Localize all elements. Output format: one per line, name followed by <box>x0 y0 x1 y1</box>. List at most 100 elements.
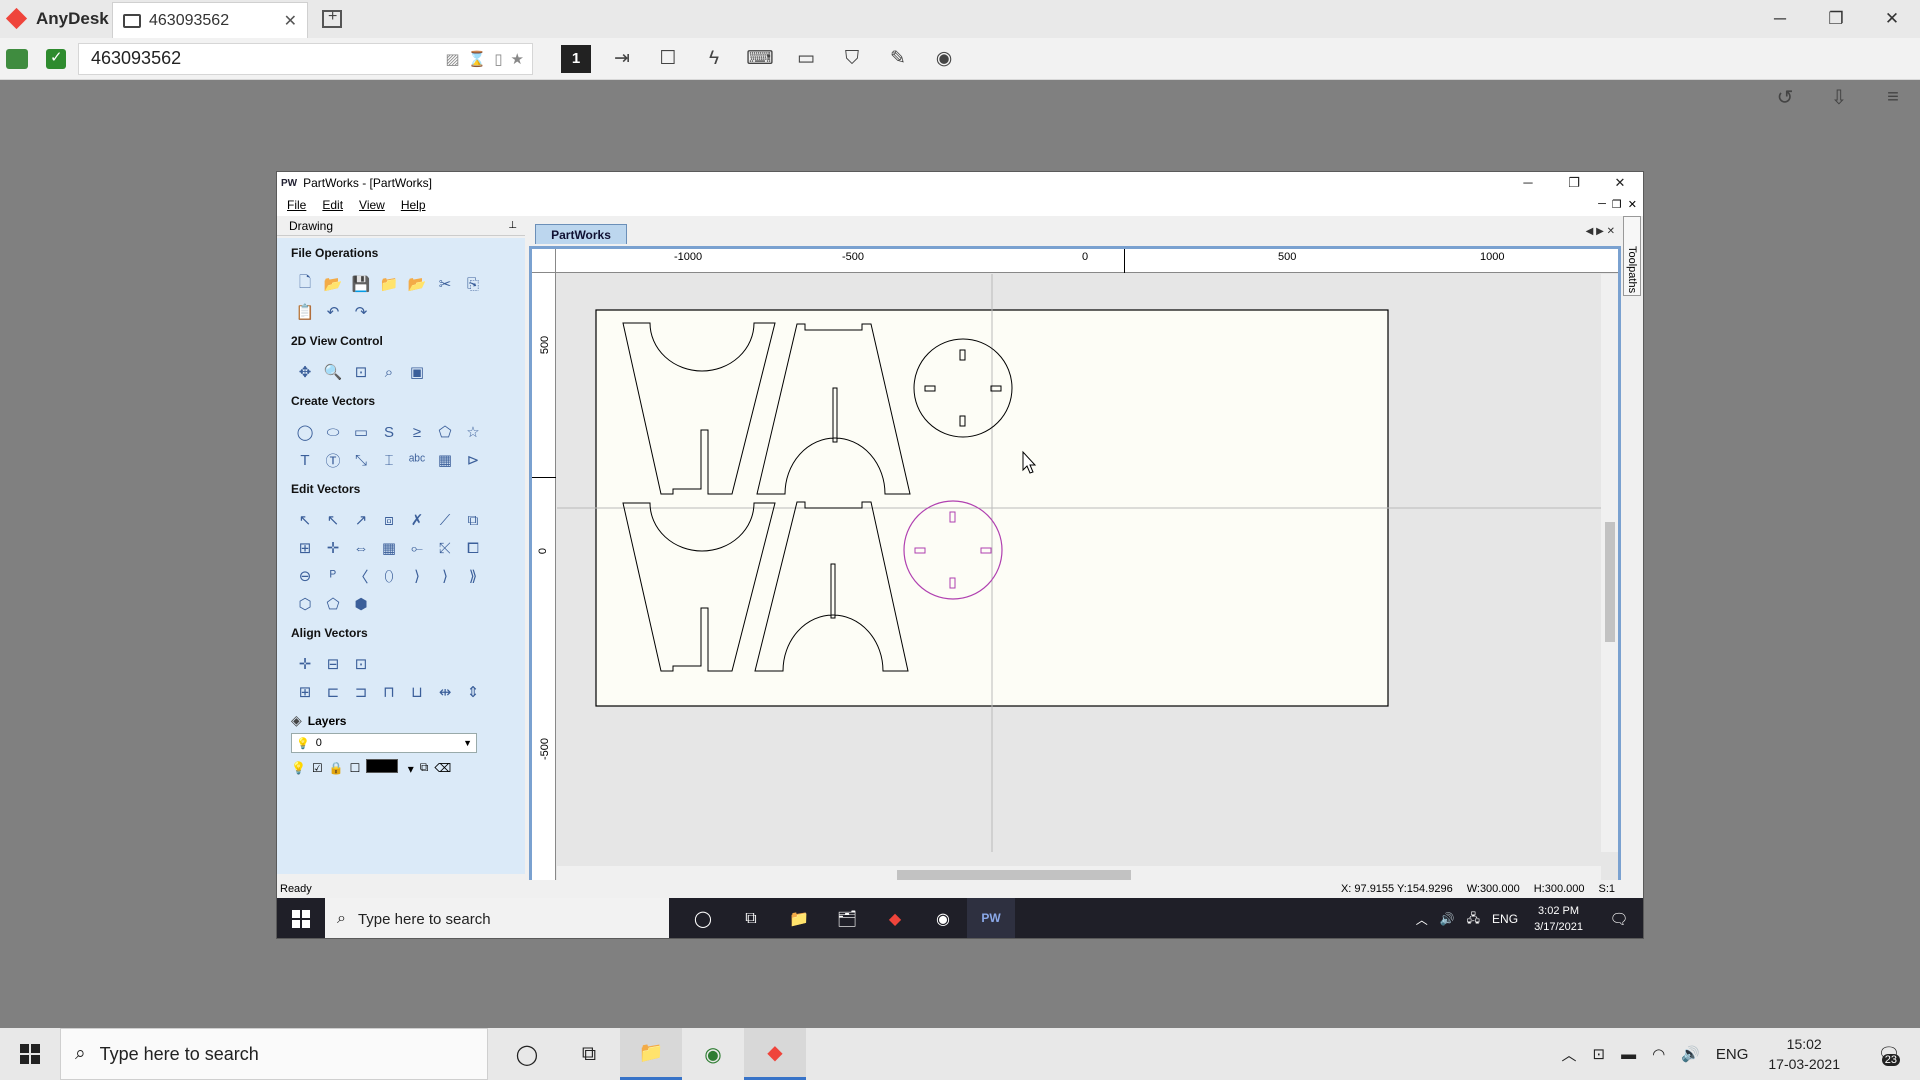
menu-file[interactable]: File <box>287 198 306 212</box>
local-clock[interactable]: 15:02 17-03-2021 <box>1768 1034 1840 1074</box>
shape-b-icon[interactable]: ⬠ <box>319 590 347 618</box>
remote-desktop-view[interactable]: PW PartWorks - [PartWorks] ─ ❐ ✕ File Ed… <box>276 171 1644 939</box>
meet-now-icon[interactable]: ⊡ <box>1593 1045 1606 1063</box>
fillet-icon[interactable]: ⊳ <box>459 446 487 474</box>
paste-icon[interactable]: 📋 <box>291 298 319 326</box>
align-top-icon[interactable]: ⊓ <box>375 678 403 706</box>
pan-icon[interactable]: ✥ <box>291 358 319 386</box>
align-v-center-icon[interactable]: ⊡ <box>347 650 375 678</box>
layer-color-picker[interactable]: ▾ <box>366 759 414 776</box>
align-both-icon[interactable]: ⊞ <box>291 678 319 706</box>
measure-icon[interactable]: ⟋ <box>431 506 459 534</box>
task-view-icon[interactable]: ⧉ <box>727 898 775 938</box>
file-explorer-icon[interactable]: 📁 <box>620 1028 682 1080</box>
wifi-icon[interactable]: ◠ <box>1652 1045 1665 1063</box>
menu-view[interactable]: View <box>359 198 385 212</box>
partworks-app-icon[interactable]: PW <box>967 898 1015 938</box>
pw-maximize-button[interactable]: ❐ <box>1551 175 1597 191</box>
remote-notification-icon[interactable]: 🗨 <box>1599 910 1639 928</box>
permissions-shield-icon[interactable]: ⛉ <box>829 48 875 70</box>
auto-layout-text-icon[interactable]: ⌶ <box>375 446 403 474</box>
chrome-icon[interactable]: ◉ <box>919 898 967 938</box>
zoom-icon[interactable]: 🔍 <box>319 358 347 386</box>
mirror-icon[interactable]: ⇔ <box>347 534 375 562</box>
pw-close-button[interactable]: ✕ <box>1597 175 1643 191</box>
task-view-icon[interactable]: ⧉ <box>558 1028 620 1080</box>
star-tool-icon[interactable]: ☆ <box>459 418 487 446</box>
view-3d-icon[interactable]: ▣ <box>403 358 431 386</box>
align-space-v-icon[interactable]: ⇕ <box>459 678 487 706</box>
session-tab[interactable]: 463093562 ✕ <box>112 2 308 38</box>
record-icon[interactable]: ◉ <box>921 47 967 70</box>
open-file-icon[interactable]: 📂 <box>319 270 347 298</box>
volume-icon[interactable]: 🔊 <box>1440 912 1455 926</box>
layer-manager-icon[interactable]: ⧉ <box>420 760 429 775</box>
trim-icon[interactable]: ⤪ <box>431 534 459 562</box>
horizontal-scroll-thumb[interactable] <box>897 870 1131 880</box>
layer-visible-icon[interactable]: 💡 <box>291 761 306 775</box>
align-h-center-icon[interactable]: ⊟ <box>319 650 347 678</box>
chat-icon[interactable]: ☐ <box>645 47 691 70</box>
cut-icon[interactable]: ✂ <box>431 270 459 298</box>
file-transfer-icon[interactable]: ⇥ <box>599 47 645 70</box>
align-bottom-icon[interactable]: ⊔ <box>403 678 431 706</box>
align-center-icon[interactable]: ✛ <box>291 650 319 678</box>
redo-icon[interactable]: ↷ <box>347 298 375 326</box>
group-icon[interactable]: ▦ <box>375 534 403 562</box>
subtract-icon[interactable]: ⊖ <box>291 562 319 590</box>
minimize-button[interactable]: ─ <box>1752 0 1808 38</box>
save-file-icon[interactable]: 💾 <box>347 270 375 298</box>
delete-vectors-icon[interactable]: ✗ <box>403 506 431 534</box>
layer-dropdown[interactable]: 💡 0 ▼ <box>291 733 477 753</box>
vertical-scroll-thumb[interactable] <box>1605 522 1615 642</box>
shape-c-icon[interactable]: ⬢ <box>347 590 375 618</box>
anydesk-app-icon[interactable]: ◆ <box>744 1028 806 1080</box>
actions-lightning-icon[interactable]: ϟ <box>691 48 737 70</box>
favorite-star-icon[interactable]: ★ <box>511 50 524 68</box>
layer-checkbox[interactable]: ☑ <box>312 761 323 775</box>
ellipse-tool-icon[interactable]: ⬭ <box>319 418 347 446</box>
anydesk-app-icon[interactable]: ◆ <box>871 898 919 938</box>
doc-tab-controls[interactable]: ◀ ▶ ✕ <box>1586 226 1615 237</box>
privacy-icon[interactable]: ▨ <box>445 50 459 68</box>
clipboard-icon[interactable]: ▯ <box>494 50 502 68</box>
new-file-icon[interactable]: 🗋 <box>291 270 319 298</box>
anydesk-desk-icon[interactable] <box>6 48 28 69</box>
vector-drawing[interactable] <box>557 274 1601 852</box>
smooth-icon[interactable]: ⬯ <box>375 562 403 590</box>
pw-minimize-button[interactable]: ─ <box>1505 175 1551 191</box>
hourglass-icon[interactable]: ⌛ <box>468 50 487 68</box>
offset-icon[interactable]: ⧉ <box>459 506 487 534</box>
close-vector-icon[interactable]: 〈 <box>347 562 375 590</box>
drawing-canvas[interactable] <box>557 274 1601 852</box>
bezier-icon[interactable]: ⟫ <box>459 562 487 590</box>
tray-chevron-up-icon[interactable]: ︿ <box>1416 911 1428 928</box>
pin-icon[interactable]: ⊥ <box>508 220 517 231</box>
chrome-icon[interactable]: ◉ <box>682 1028 744 1080</box>
shape-a-icon[interactable]: ⬡ <box>291 590 319 618</box>
transform-icon[interactable]: ⧈ <box>375 506 403 534</box>
node-edit-icon[interactable]: ↖ <box>319 506 347 534</box>
import-vectors-icon[interactable]: 📂 <box>403 270 431 298</box>
doc-tab-partworks[interactable]: PartWorks <box>535 224 627 244</box>
rectangle-tool-icon[interactable]: ▭ <box>347 418 375 446</box>
undo-icon[interactable]: ↶ <box>319 298 347 326</box>
join-icon[interactable]: ⟜ <box>403 534 431 562</box>
maximize-button[interactable]: ❐ <box>1808 0 1864 38</box>
mdi-minimize-button[interactable]: ─ <box>1598 198 1606 211</box>
notification-center-icon[interactable]: 🗨23 <box>1866 1044 1912 1066</box>
monitor-select-button[interactable]: 1 <box>561 44 591 73</box>
polyline-tool-icon[interactable]: S <box>375 418 403 446</box>
align-space-h-icon[interactable]: ⇹ <box>431 678 459 706</box>
new-tab-icon[interactable] <box>322 8 342 28</box>
whiteboard-pen-icon[interactable]: ✎ <box>875 47 921 70</box>
close-button[interactable]: ✕ <box>1864 0 1920 38</box>
text-on-curve-icon[interactable]: ⤡ <box>347 446 375 474</box>
cortana-icon[interactable]: ◯ <box>496 1028 558 1080</box>
vertical-scrollbar[interactable] <box>1601 274 1618 852</box>
menu-icon[interactable]: ≡ <box>1866 86 1920 109</box>
move-icon[interactable]: ✛ <box>319 534 347 562</box>
align-left-icon[interactable]: ⊏ <box>319 678 347 706</box>
layer-eraser-icon[interactable]: ⌫ <box>434 761 451 775</box>
volume-icon[interactable]: 🔊 <box>1681 1045 1700 1063</box>
